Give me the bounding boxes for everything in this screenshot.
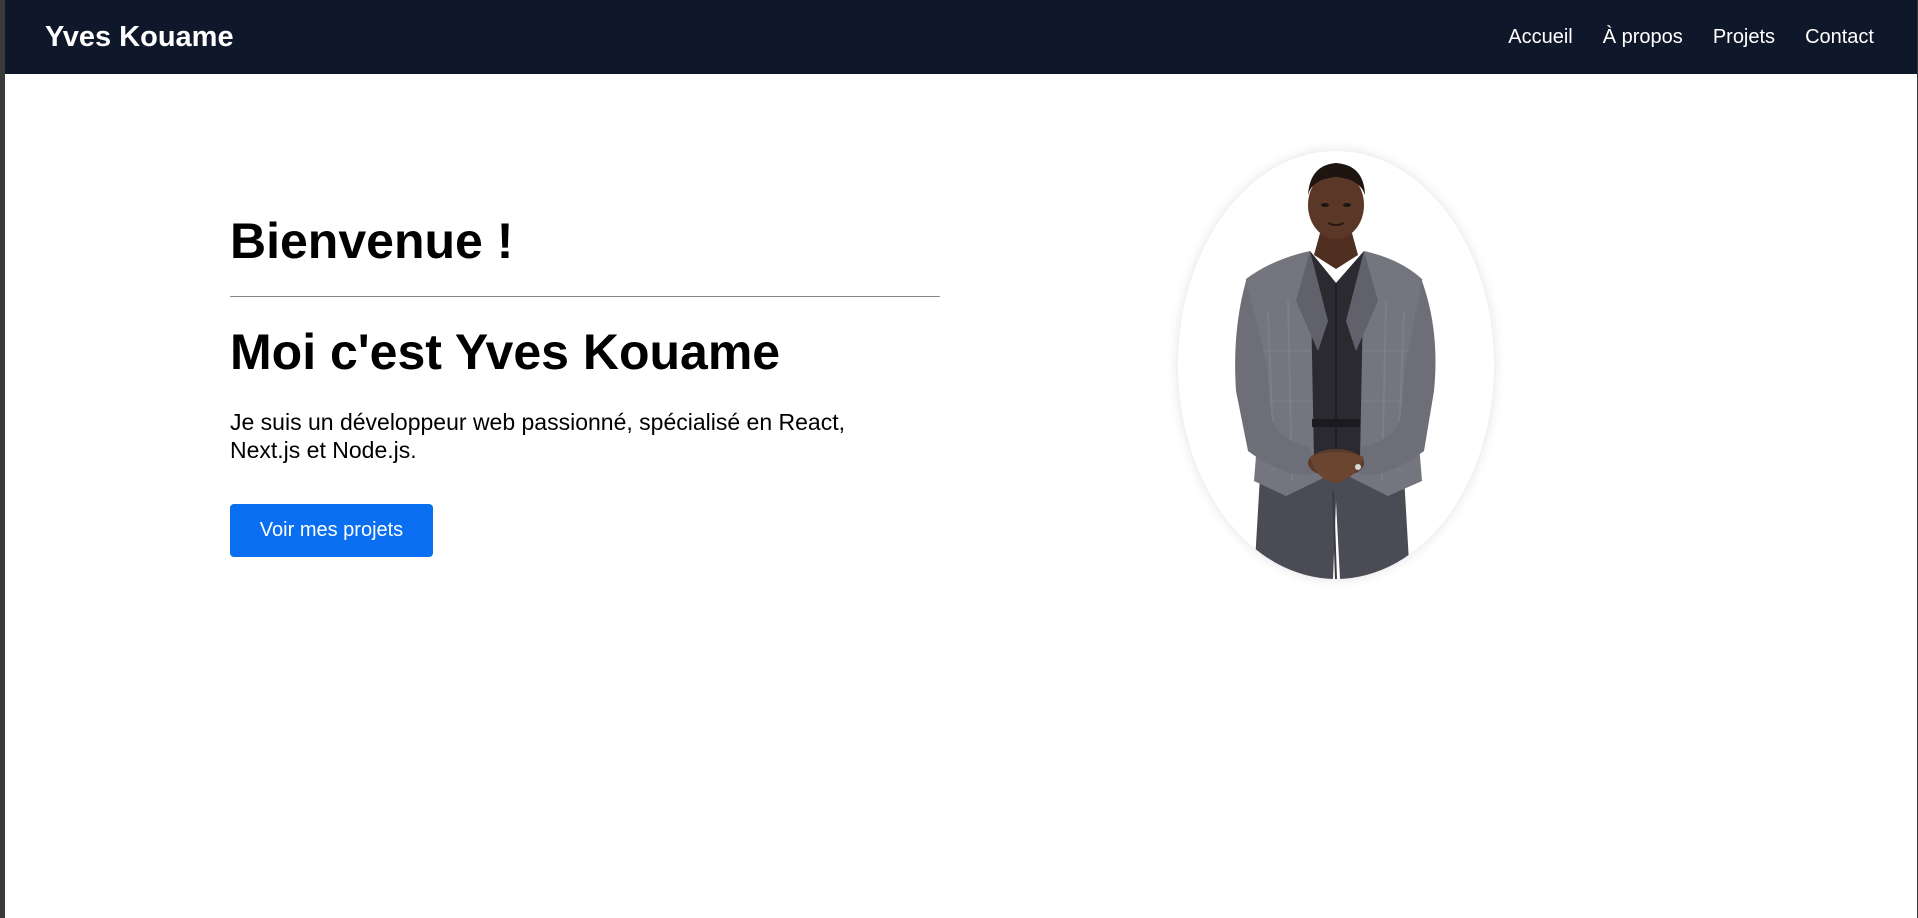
nav-link-a-propos[interactable]: À propos xyxy=(1603,26,1683,49)
profile-portrait-image xyxy=(1235,163,1436,579)
nav-links: Accueil À propos Projets Contact xyxy=(1508,26,1874,49)
browser-viewport: Yves Kouame Accueil À propos Projets Con… xyxy=(5,0,1917,918)
view-projects-button[interactable]: Voir mes projets xyxy=(230,504,433,557)
brand-logo-link[interactable]: Yves Kouame xyxy=(45,21,234,54)
hero-divider xyxy=(230,296,940,297)
hero-section: Bienvenue ! Moi c'est Yves Kouame Je sui… xyxy=(230,208,940,557)
nav-link-projets[interactable]: Projets xyxy=(1713,26,1775,49)
nav-link-contact[interactable]: Contact xyxy=(1805,26,1874,49)
hero-title: Bienvenue ! xyxy=(230,213,514,269)
profile-photo xyxy=(1178,151,1494,579)
hero-subtitle: Moi c'est Yves Kouame xyxy=(230,324,781,380)
nav-link-accueil[interactable]: Accueil xyxy=(1508,26,1572,49)
top-navbar: Yves Kouame Accueil À propos Projets Con… xyxy=(5,0,1917,74)
hero-description: Je suis un développeur web passionné, sp… xyxy=(230,409,845,463)
